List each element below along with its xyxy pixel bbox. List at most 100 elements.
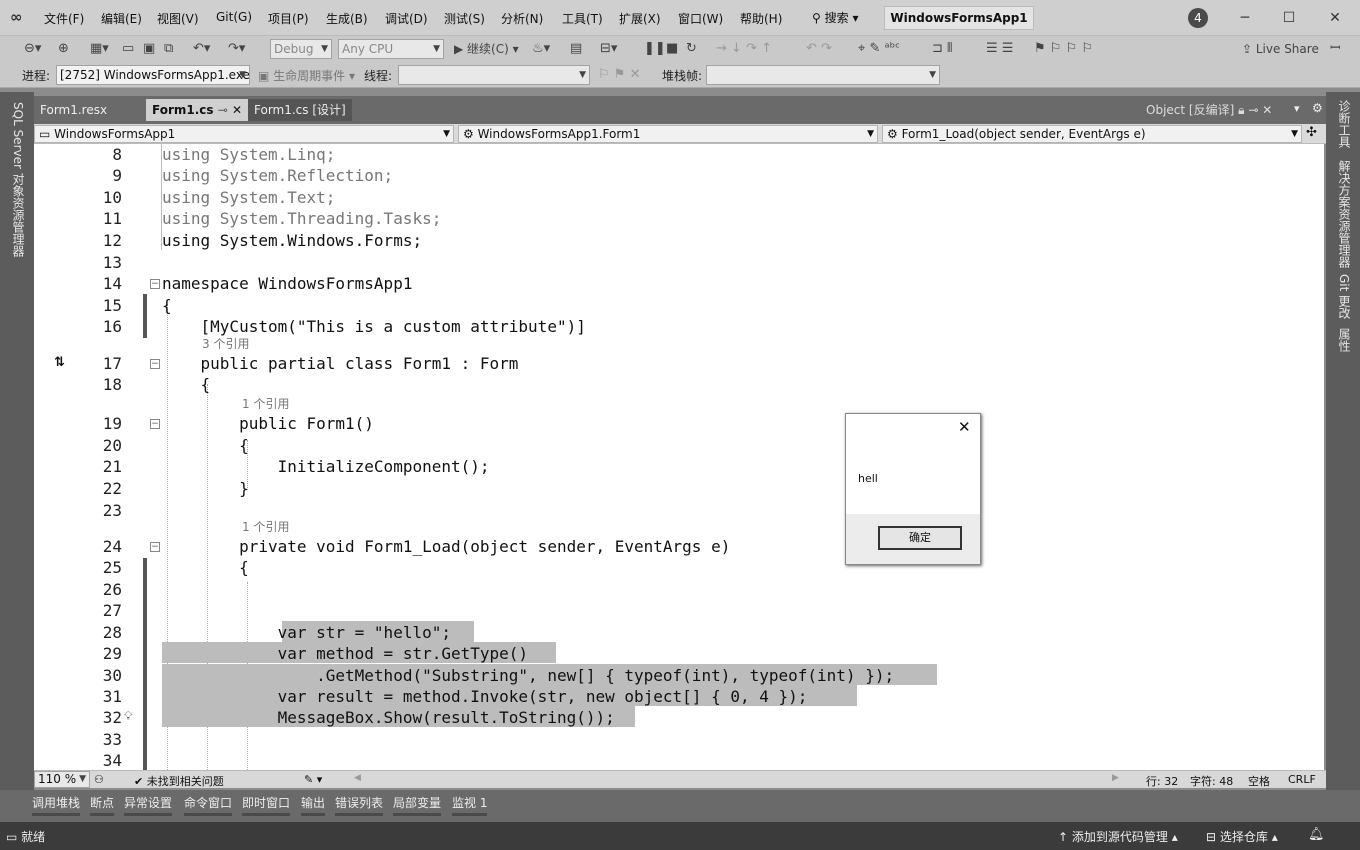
intellicode-icon[interactable]: ⚇ xyxy=(94,773,104,786)
menu-project[interactable]: 项目(P) xyxy=(268,10,309,27)
collapse-icon[interactable]: − xyxy=(150,542,160,552)
member-dropdown[interactable]: ⚙ Form1_Load(object sender, EventArgs e)… xyxy=(882,125,1302,143)
code-editor[interactable]: 8 using System.Linq; 9 using System.Refl… xyxy=(34,144,1324,770)
ok-button[interactable]: 确定 xyxy=(878,526,962,550)
sql-server-explorer-tab[interactable]: SQL Server 对象资源管理器 xyxy=(10,102,27,257)
open-icon[interactable]: ▭ xyxy=(122,41,134,57)
solution-explorer-tab[interactable]: 解决方案资源管理器 xyxy=(1336,160,1353,268)
dialog-close-icon[interactable]: ✕ xyxy=(958,418,971,436)
forward-icon[interactable]: ⊕ xyxy=(58,41,69,57)
minimize-icon[interactable]: ─ xyxy=(1230,8,1260,28)
tab-object-decompiled[interactable]: Object [反编译] 🔒︎ ⊸ ✕ xyxy=(1140,99,1278,121)
configuration-dropdown[interactable]: Debug ▼ xyxy=(270,39,332,59)
menu-build[interactable]: 生成(B) xyxy=(326,10,368,27)
code-map-icon[interactable]: ⌖ ✎ ᵃᵇᶜ xyxy=(858,41,900,57)
pin-icon[interactable]: ⊸ xyxy=(1248,103,1258,117)
close-tab-icon[interactable]: ✕ xyxy=(1262,103,1272,117)
settings-gear-icon[interactable]: ⚙ xyxy=(1312,101,1323,115)
scroll-left-icon[interactable]: ◀ xyxy=(354,773,361,783)
tab-locals[interactable]: 局部变量 xyxy=(393,794,442,816)
diagnostics-tools-tab[interactable]: 诊断工具 xyxy=(1336,100,1353,148)
tab-watch-1[interactable]: 监视 1 xyxy=(452,794,488,816)
select-repository-button[interactable]: ⊟ 选择仓库 ▴ xyxy=(1206,828,1278,845)
tab-call-stack[interactable]: 调用堆栈 xyxy=(32,794,81,816)
tab-form1-cs[interactable]: Form1.cs ⊸ ✕ xyxy=(146,99,249,121)
indent-icon[interactable]: ☰ ☰ xyxy=(986,41,1013,57)
cleanup-icon[interactable]: ✎ ▾ xyxy=(304,773,322,786)
project-dropdown[interactable]: ▭ WindowsFormsApp1 ▼ xyxy=(34,125,454,143)
menu-extensions[interactable]: 扩展(X) xyxy=(619,10,661,27)
reference-count[interactable]: 1 个引用 xyxy=(242,518,289,535)
menu-test[interactable]: 测试(S) xyxy=(444,10,485,27)
tab-exception-settings[interactable]: 异常设置 xyxy=(124,794,173,816)
restart-icon[interactable]: ↻ xyxy=(686,41,697,57)
platform-dropdown[interactable]: Any CPU ▼ xyxy=(338,39,444,59)
lifecycle-events-button[interactable]: ▣ 生命周期事件 ▾ xyxy=(258,67,355,84)
collapse-icon[interactable]: − xyxy=(150,359,160,369)
flag-threads-icon[interactable]: ⚐ ⚑ ✕ xyxy=(598,67,640,83)
menu-help[interactable]: 帮助(H) xyxy=(740,10,782,27)
issues-indicator[interactable]: ✔ 未找到相关问题 xyxy=(134,773,224,789)
feedback-icon[interactable]: ꟷ xyxy=(1330,41,1341,57)
new-project-icon[interactable]: ▦▾ xyxy=(90,41,109,57)
save-all-icon[interactable]: ⧉ xyxy=(164,41,173,57)
menu-debug[interactable]: 调试(D) xyxy=(385,10,428,27)
whitespace-indicator[interactable]: 空格 xyxy=(1248,773,1270,789)
hot-reload-icon[interactable]: ♨▾ xyxy=(532,41,550,57)
pin-icon[interactable]: ⊸ xyxy=(218,103,228,117)
stop-icon[interactable]: ■ xyxy=(666,41,678,57)
tab-command-window[interactable]: 命令窗口 xyxy=(184,794,233,816)
reference-count[interactable]: 3 个引用 xyxy=(202,335,249,352)
tab-error-list[interactable]: 错误列表 xyxy=(335,794,384,816)
pause-icon[interactable]: ❚❚ xyxy=(644,41,666,57)
split-view-icon[interactable]: ✣ xyxy=(1306,125,1317,140)
step-back-icon[interactable]: ↶ ↷ xyxy=(806,41,832,57)
redo-icon[interactable]: ↷▾ xyxy=(228,41,245,57)
menu-view[interactable]: 视图(V) xyxy=(157,10,199,27)
collapse-icon[interactable]: − xyxy=(150,279,160,289)
line-indicator[interactable]: 行: 32 xyxy=(1146,773,1178,789)
search-box[interactable]: ⚲ 搜索 ▾ xyxy=(812,9,858,26)
tab-breakpoints[interactable]: 断点 xyxy=(90,794,115,816)
scroll-right-icon[interactable]: ▶ xyxy=(1112,773,1119,783)
tab-dropdown-icon[interactable]: ▾ xyxy=(1294,102,1300,115)
close-tab-icon[interactable]: ✕ xyxy=(232,103,242,117)
line-ending-indicator[interactable]: CRLF xyxy=(1288,773,1316,786)
menu-tools[interactable]: 工具(T) xyxy=(562,10,603,27)
thread-dropdown[interactable]: ▼ xyxy=(398,65,590,85)
frame-icon[interactable]: ⊟▾ xyxy=(600,41,617,57)
menu-analyze[interactable]: 分析(N) xyxy=(501,10,543,27)
char-indicator[interactable]: 字符: 48 xyxy=(1190,773,1233,789)
bookmark-icon[interactable]: ⚑ ⚐ ⚐ ⚐ xyxy=(1034,41,1093,57)
tab-immediate-window[interactable]: 即时窗口 xyxy=(242,794,291,816)
tab-form1-designer[interactable]: Form1.cs [设计] xyxy=(248,99,352,121)
live-share-button[interactable]: ⇪ Live Share xyxy=(1242,41,1319,57)
notifications-bell-icon[interactable]: 🔔︎ xyxy=(1308,827,1325,842)
lightbulb-icon[interactable]: 💡︎ xyxy=(124,709,132,724)
tab-output[interactable]: 输出 xyxy=(301,794,326,816)
notification-badge[interactable]: 4 xyxy=(1188,8,1208,28)
stackframe-dropdown[interactable]: ▼ xyxy=(706,65,940,85)
menu-git[interactable]: Git(G) xyxy=(216,10,252,24)
collapse-icon[interactable]: − xyxy=(150,419,160,429)
format-icon[interactable]: ⊐ ⫴ xyxy=(932,41,953,57)
menu-edit[interactable]: 编辑(E) xyxy=(101,10,142,27)
back-icon[interactable]: ⊖▾ xyxy=(24,41,41,57)
undo-icon[interactable]: ↶▾ xyxy=(193,41,210,57)
process-dropdown[interactable]: [2752] WindowsFormsApp1.exe ▼ xyxy=(56,65,250,85)
reference-count[interactable]: 1 个引用 xyxy=(242,395,289,412)
class-dropdown[interactable]: ⚙ WindowsFormsApp1.Form1 ▼ xyxy=(458,125,878,143)
close-icon[interactable]: ✕ xyxy=(1320,8,1350,28)
tab-form1-resx[interactable]: Form1.resx xyxy=(34,99,113,121)
step-into-icon[interactable]: → ↓ ↷ ↑ xyxy=(716,41,772,57)
git-changes-tab[interactable]: Git 更改 xyxy=(1336,274,1353,319)
diagnostics-icon[interactable]: ▤ xyxy=(570,41,582,57)
maximize-icon[interactable]: ☐ xyxy=(1274,8,1304,28)
save-icon[interactable]: ▣ xyxy=(143,41,155,57)
zoom-dropdown[interactable]: 110 % ▼ xyxy=(34,771,90,788)
properties-tab[interactable]: 属性 xyxy=(1336,328,1353,352)
menu-file[interactable]: 文件(F) xyxy=(44,10,84,27)
continue-button[interactable]: ▶ 继续(C) ▾ xyxy=(454,41,519,57)
menu-window[interactable]: 窗口(W) xyxy=(678,10,723,27)
add-to-source-control-button[interactable]: ↑ 添加到源代码管理 ▴ xyxy=(1058,828,1178,845)
